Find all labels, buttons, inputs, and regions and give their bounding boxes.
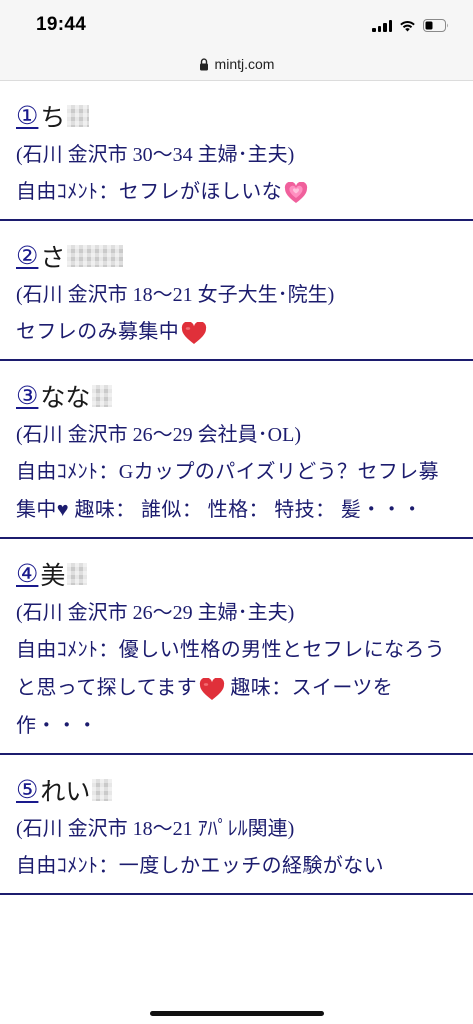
list-item[interactable]: ① ち (石川 金沢市 30〜34 主婦･主夫) 自由ｺﾒﾝﾄ：セフレがほしいな xyxy=(0,81,473,221)
entry-number-link[interactable]: ④ xyxy=(16,559,38,589)
status-icons xyxy=(372,17,449,33)
list-item[interactable]: ③ なな (石川 金沢市 26〜29 会社員･OL) 自由ｺﾒﾝﾄ：Gカップのパ… xyxy=(0,361,473,539)
entry-name: 美 xyxy=(40,563,66,590)
entry-header: ③ なな xyxy=(16,379,457,413)
cellular-signal-icon xyxy=(372,19,392,32)
entry-name: なな xyxy=(40,385,91,412)
entry-header: ① ち xyxy=(16,99,457,133)
entry-header: ⑤ れい xyxy=(16,773,457,807)
entry-location-age-job: (石川 金沢市 30〜34 主婦･主夫) xyxy=(16,144,295,166)
entry-location-age-job: (石川 金沢市 26〜29 会社員･OL) xyxy=(16,424,301,446)
entry-comment-text: 自由ｺﾒﾝﾄ：Gカップのパイズリどう？セフレ募集中♥ 趣味： 誰似： 性格： 特… xyxy=(16,461,440,521)
home-indicator[interactable] xyxy=(150,1011,324,1016)
entry-number-link[interactable]: ① xyxy=(16,101,38,131)
entry-comment: 自由ｺﾒﾝﾄ：セフレがほしいな xyxy=(16,173,457,211)
entry-header: ② さ xyxy=(16,239,457,273)
address-bar[interactable]: mintj.com xyxy=(0,48,473,81)
entry-number-link[interactable]: ⑤ xyxy=(16,775,38,805)
entry-header: ④ 美 xyxy=(16,557,457,591)
status-time: 19:44 xyxy=(36,14,87,35)
entry-name: れい xyxy=(40,779,91,806)
entry-name: ち xyxy=(40,105,66,132)
entry-comment-text: 自由ｺﾒﾝﾄ：一度しかエッチの経験がない xyxy=(16,855,384,877)
entry-number-link[interactable]: ② xyxy=(16,241,38,271)
growing-heart-icon xyxy=(284,182,308,204)
profile-list: ① ち (石川 金沢市 30〜34 主婦･主夫) 自由ｺﾒﾝﾄ：セフレがほしいな… xyxy=(0,81,473,895)
battery-icon xyxy=(423,18,449,32)
list-item[interactable]: ② さ (石川 金沢市 18〜21 女子大生･院生) セフレのみ募集中 xyxy=(0,221,473,361)
censored-name-mosaic xyxy=(67,245,124,267)
censored-name-mosaic xyxy=(92,779,113,801)
censored-name-mosaic xyxy=(92,385,113,407)
list-item[interactable]: ④ 美 (石川 金沢市 26〜29 主婦･主夫) 自由ｺﾒﾝﾄ：優しい性格の男性… xyxy=(0,539,473,755)
list-item[interactable]: ⑤ れい (石川 金沢市 18〜21 ｱﾊﾟﾚﾙ関連) 自由ｺﾒﾝﾄ：一度しかエ… xyxy=(0,755,473,895)
censored-name-mosaic xyxy=(67,105,90,127)
lock-icon xyxy=(199,57,209,71)
wifi-icon xyxy=(399,19,416,32)
red-heart-icon xyxy=(199,677,225,701)
url-domain: mintj.com xyxy=(214,56,275,72)
entry-name: さ xyxy=(40,245,66,272)
entry-comment: 自由ｺﾒﾝﾄ：優しい性格の男性とセフレになろうと思って探してます 趣味：スイーツ… xyxy=(16,631,457,745)
entry-comment: セフレのみ募集中 xyxy=(16,313,457,351)
entry-location-age-job: (石川 金沢市 18〜21 女子大生･院生) xyxy=(16,284,335,306)
censored-name-mosaic xyxy=(67,563,88,585)
red-heart-icon xyxy=(181,321,207,345)
entry-location-age-job: (石川 金沢市 26〜29 主婦･主夫) xyxy=(16,602,295,624)
entry-number-link[interactable]: ③ xyxy=(16,381,38,411)
status-bar: 19:44 xyxy=(0,0,473,48)
entry-comment-text: セフレのみ募集中 xyxy=(16,321,180,343)
entry-comment-text: 自由ｺﾒﾝﾄ：セフレがほしいな xyxy=(16,181,282,203)
entry-location-age-job: (石川 金沢市 18〜21 ｱﾊﾟﾚﾙ関連) xyxy=(16,818,295,840)
